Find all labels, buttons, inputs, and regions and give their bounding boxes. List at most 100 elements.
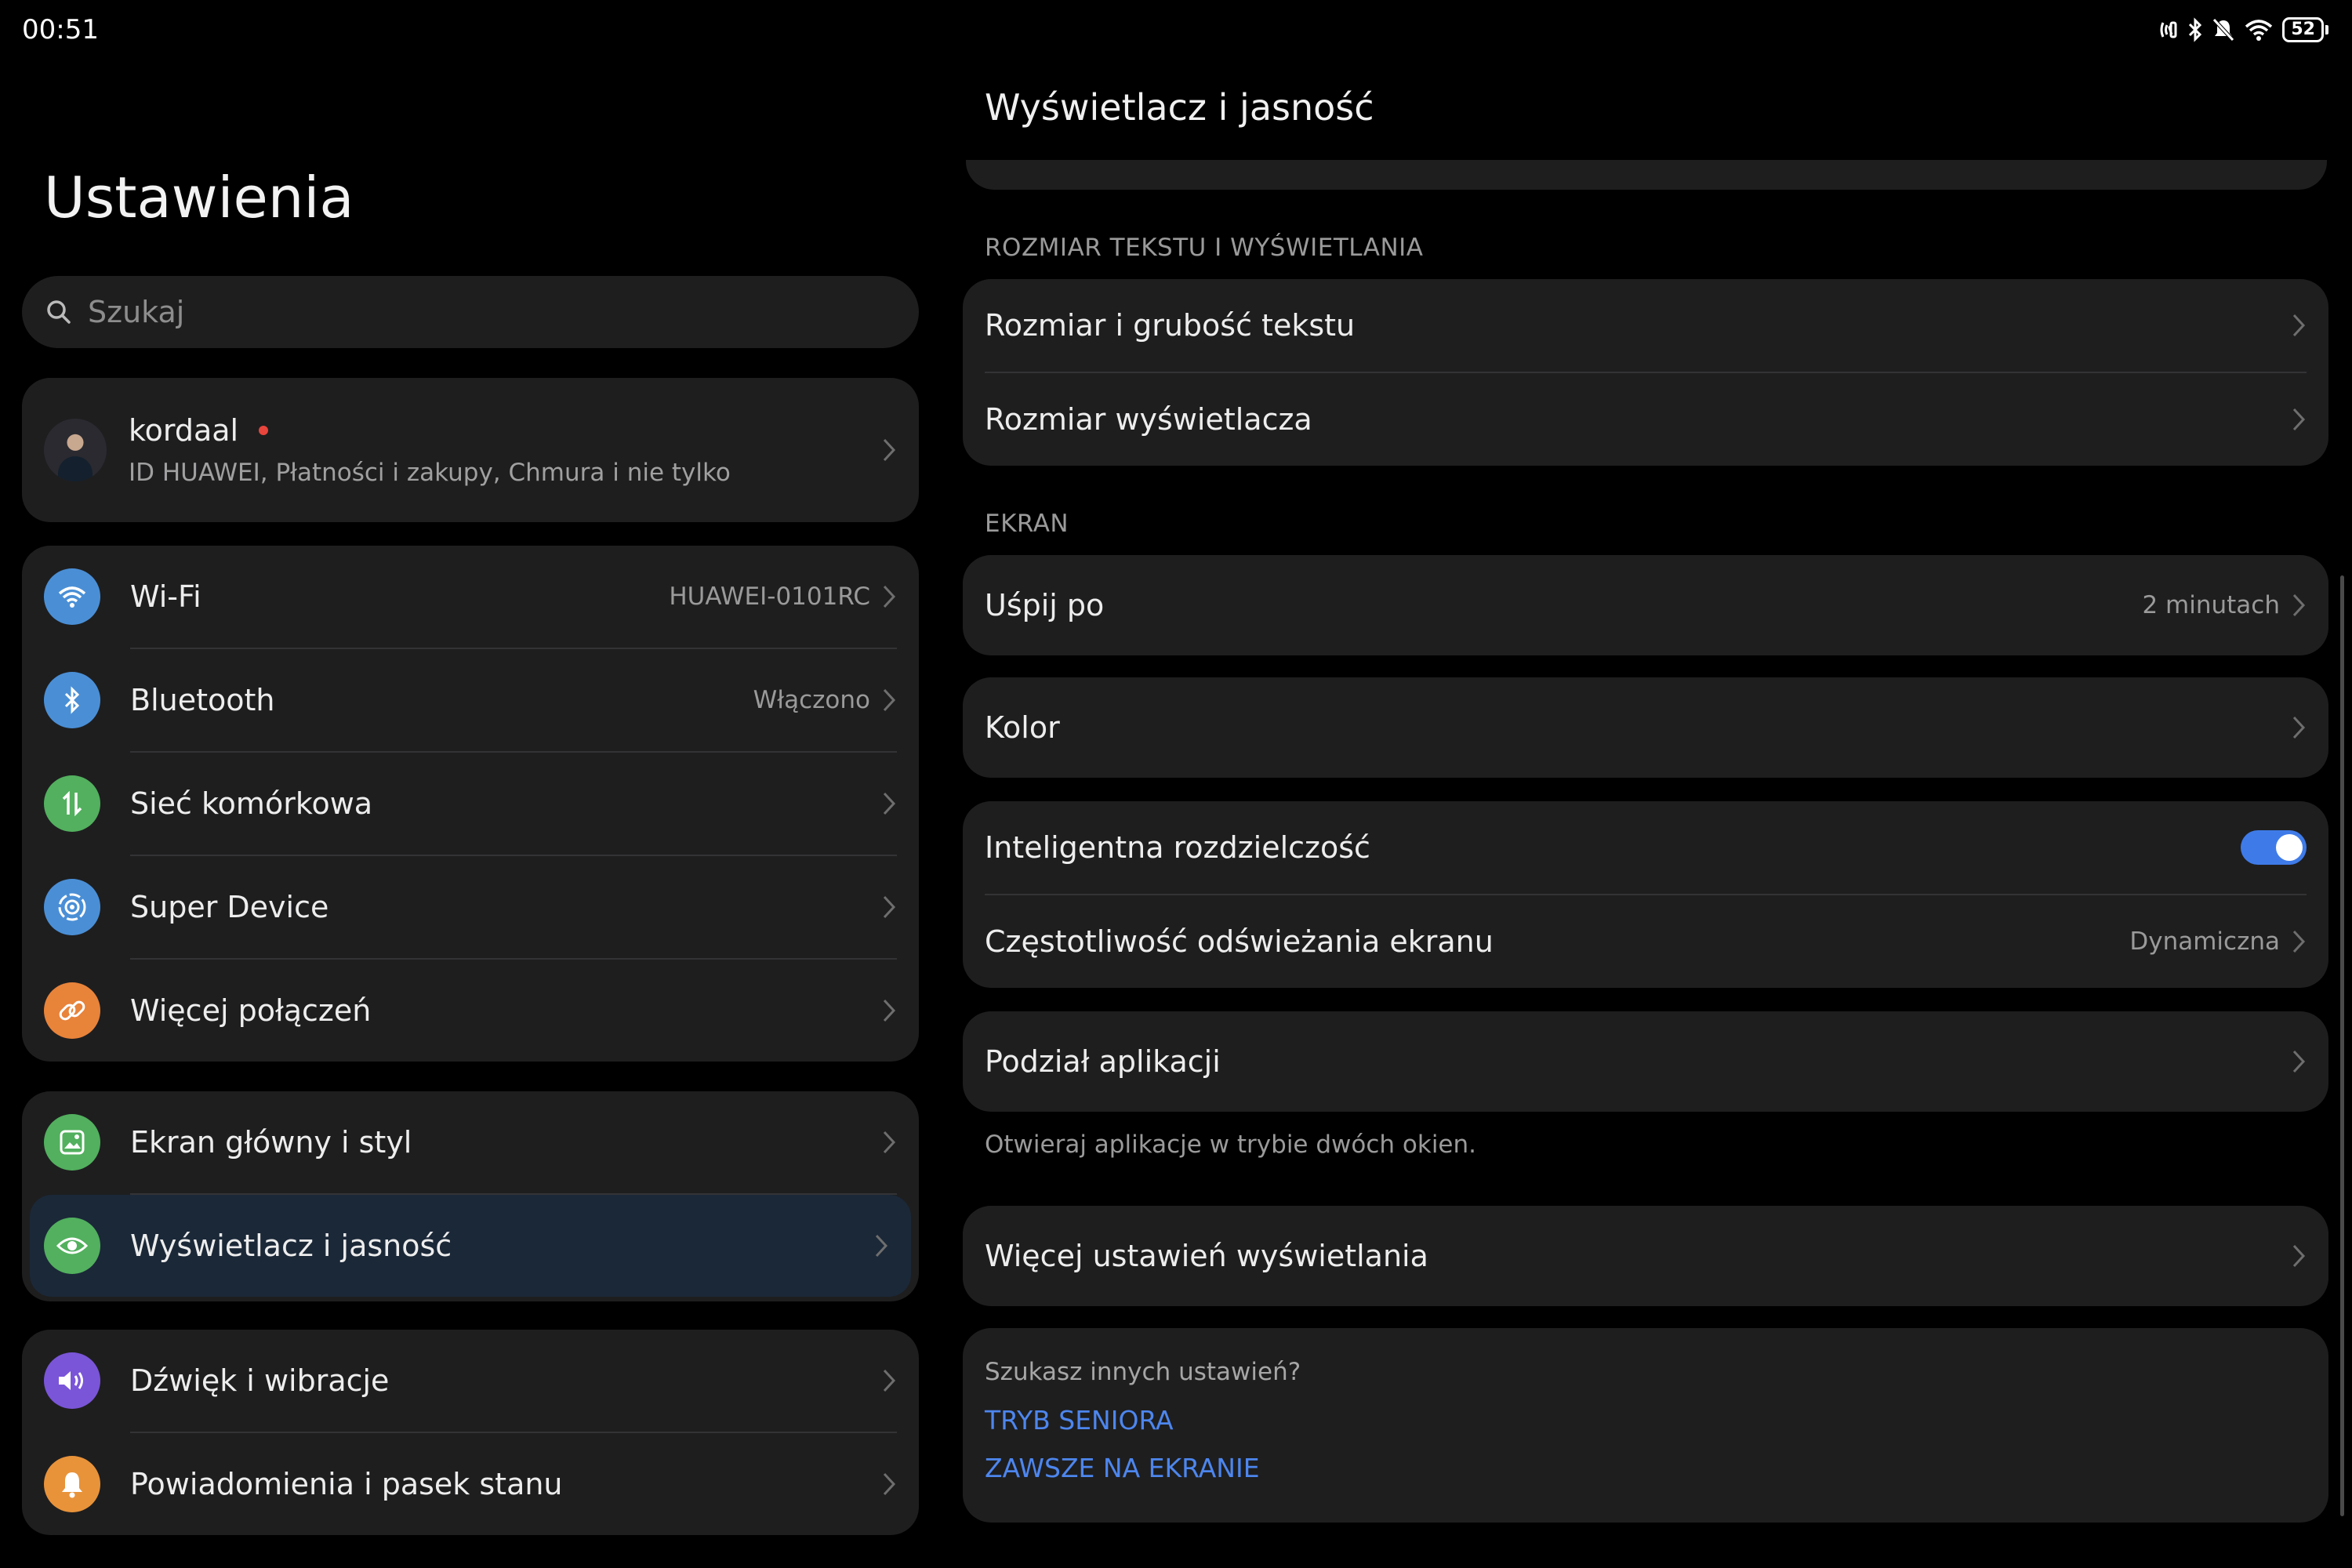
app-split-label: Podział aplikacji (985, 1044, 1221, 1079)
wifi-icon (44, 568, 100, 625)
sleep-value: 2 minutach (2142, 591, 2280, 619)
smart-resolution-toggle[interactable] (2241, 830, 2307, 865)
refresh-rate-row[interactable]: Częstotliwość odświeżania ekranu Dynamic… (963, 895, 2328, 988)
smart-resolution-row[interactable]: Inteligentna rozdzielczość (963, 801, 2328, 894)
sound-notifications-group: Dźwięk i wibracje Powiadomienia i pasek … (22, 1330, 919, 1535)
display-size-label: Rozmiar wyświetlacza (985, 402, 1312, 437)
nfc-icon (2160, 21, 2177, 38)
sidebar-item-cellular[interactable]: Sieć komórkowa (22, 753, 919, 855)
sidebar-item-home-screen[interactable]: Ekran główny i styl (22, 1091, 919, 1193)
mute-bell-icon (2212, 18, 2235, 42)
app-split-row[interactable]: Podział aplikacji (963, 1011, 2328, 1112)
other-settings-card: Szukasz innych ustawień? TRYB SENIORA ZA… (963, 1328, 2328, 1523)
sleep-label: Uśpij po (985, 588, 1105, 622)
toggle-knob (2276, 834, 2303, 861)
text-size-label: Rozmiar i grubość tekstu (985, 308, 1356, 343)
scrolled-card-edge (966, 160, 2327, 190)
text-size-card: Rozmiar i grubość tekstu Rozmiar wyświet… (963, 279, 2328, 466)
chevron-right-icon (883, 438, 896, 462)
section-header-screen: EKRAN (985, 510, 1069, 538)
chevron-right-icon (883, 999, 896, 1022)
sidebar-item-label: Ekran główny i styl (130, 1125, 412, 1160)
other-settings-question: Szukasz innych ustawień? (985, 1358, 1301, 1386)
always-on-display-link[interactable]: ZAWSZE NA EKRANIE (985, 1453, 2307, 1483)
chevron-right-icon (883, 1472, 896, 1496)
sidebar-item-wifi[interactable]: Wi-Fi HUAWEI-0101RC (22, 546, 919, 648)
more-display-row[interactable]: Więcej ustawień wyświetlania (963, 1206, 2328, 1306)
battery-level: 52 (2282, 17, 2324, 42)
resolution-refresh-card: Inteligentna rozdzielczość Częstotliwość… (963, 801, 2328, 988)
search-input[interactable] (88, 295, 793, 329)
refresh-rate-value: Dynamiczna (2129, 927, 2280, 956)
chevron-right-icon (2292, 314, 2306, 337)
sidebar-item-label: Wyświetlacz i jasność (130, 1229, 452, 1263)
display-group: Ekran główny i styl Wyświetlacz i jasnoś… (22, 1091, 919, 1301)
senior-mode-link[interactable]: TRYB SENIORA (985, 1405, 2307, 1436)
chevron-right-icon (2292, 1050, 2306, 1073)
sidebar-item-display-brightness[interactable]: Wyświetlacz i jasność (30, 1195, 911, 1297)
color-card: Kolor (963, 677, 2328, 778)
more-display-card: Więcej ustawień wyświetlania (963, 1206, 2328, 1306)
sidebar-item-more-connections[interactable]: Więcej połączeń (22, 960, 919, 1062)
more-display-label: Więcej ustawień wyświetlania (985, 1239, 1428, 1273)
scrollbar[interactable] (2340, 575, 2344, 1516)
image-icon (44, 1114, 100, 1171)
sidebar-item-sound[interactable]: Dźwięk i wibracje (22, 1330, 919, 1432)
sidebar-item-label: Super Device (130, 890, 329, 924)
sidebar-item-bluetooth[interactable]: Bluetooth Włączono (22, 649, 919, 751)
bluetooth-status-icon (2189, 17, 2202, 42)
sleep-row[interactable]: Uśpij po 2 minutach (963, 555, 2328, 655)
bluetooth-icon (44, 672, 100, 728)
chevron-right-icon (883, 688, 896, 712)
chevron-right-icon (883, 585, 896, 608)
sidebar-item-label: Sieć komórkowa (130, 786, 373, 821)
chevron-right-icon (2292, 593, 2306, 617)
sidebar-item-label: Dźwięk i wibracje (130, 1363, 390, 1398)
sidebar-item-label: Więcej połączeń (130, 993, 372, 1028)
bell-icon (44, 1456, 100, 1512)
chevron-right-icon (2292, 408, 2306, 431)
sidebar-item-label: Wi-Fi (130, 579, 201, 614)
speaker-icon (44, 1352, 100, 1409)
sidebar-item-label: Powiadomienia i pasek stanu (130, 1467, 563, 1501)
refresh-rate-label: Częstotliwość odświeżania ekranu (985, 924, 1494, 959)
text-size-row[interactable]: Rozmiar i grubość tekstu (963, 279, 2328, 372)
profile-row[interactable]: kordaal ID HUAWEI, Płatności i zakupy, C… (22, 378, 919, 522)
chevron-right-icon (883, 1369, 896, 1392)
status-icons: 52 (2160, 13, 2328, 47)
bluetooth-status-value: Włączono (753, 686, 870, 714)
battery-indicator: 52 (2282, 17, 2328, 42)
profile-card[interactable]: kordaal ID HUAWEI, Płatności i zakupy, C… (22, 378, 919, 522)
cellular-icon (44, 775, 100, 832)
wifi-network-value: HUAWEI-0101RC (669, 583, 870, 611)
super-device-icon (44, 879, 100, 935)
chevron-right-icon (875, 1234, 888, 1258)
wifi-status-icon (2245, 20, 2273, 41)
page-title: Wyświetlacz i jasność (985, 86, 1374, 129)
section-header-text-size: ROZMIAR TEKSTU I WYŚWIETLANIA (985, 234, 1424, 262)
profile-subtitle: ID HUAWEI, Płatności i zakupy, Chmura i … (129, 459, 731, 487)
chevron-right-icon (883, 792, 896, 815)
display-size-row[interactable]: Rozmiar wyświetlacza (963, 373, 2328, 466)
sidebar-item-notifications[interactable]: Powiadomienia i pasek stanu (22, 1433, 919, 1535)
connectivity-group: Wi-Fi HUAWEI-0101RC Bluetooth Włączono S… (22, 546, 919, 1062)
chevron-right-icon (2292, 716, 2306, 739)
app-split-hint: Otwieraj aplikacje w trybie dwóch okien. (985, 1131, 1477, 1159)
sidebar-item-label: Bluetooth (130, 683, 275, 717)
search-icon (47, 300, 71, 324)
settings-title: Ustawienia (44, 165, 354, 230)
color-row[interactable]: Kolor (963, 677, 2328, 778)
profile-name: kordaal (129, 413, 239, 448)
color-label: Kolor (985, 710, 1060, 745)
status-time: 00:51 (22, 14, 99, 45)
avatar (44, 419, 107, 481)
notification-dot (259, 426, 269, 435)
app-split-card: Podział aplikacji (963, 1011, 2328, 1112)
link-icon (44, 982, 100, 1039)
sidebar-item-super-device[interactable]: Super Device (22, 856, 919, 958)
search-bar[interactable] (22, 276, 919, 348)
chevron-right-icon (883, 1131, 896, 1154)
eye-icon (44, 1218, 100, 1274)
chevron-right-icon (2292, 1244, 2306, 1268)
sleep-card: Uśpij po 2 minutach (963, 555, 2328, 655)
